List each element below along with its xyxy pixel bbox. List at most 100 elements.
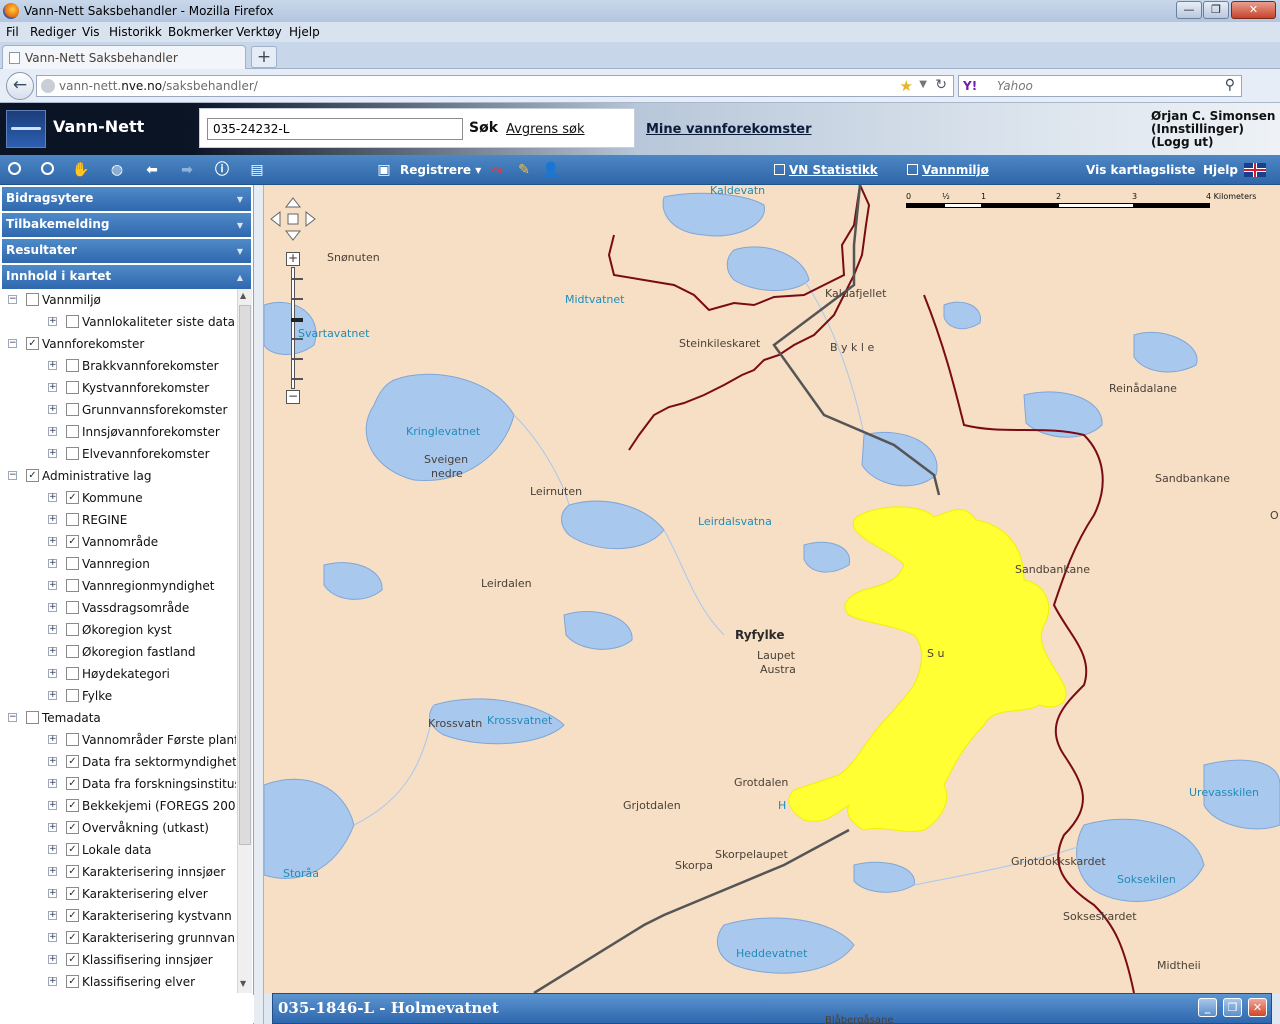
layer-checkbox[interactable] bbox=[66, 689, 79, 702]
layer-checkbox[interactable]: ✓ bbox=[66, 865, 79, 878]
layer-checkbox[interactable] bbox=[66, 623, 79, 636]
address-bar[interactable]: vann-nett.nve.no/saksbehandler/ ★ ▼ ↻ bbox=[36, 75, 954, 97]
expand-icon[interactable]: + bbox=[48, 823, 57, 832]
map-view[interactable] bbox=[264, 185, 1280, 993]
layer-checkbox[interactable]: ✓ bbox=[66, 953, 79, 966]
layer-checkbox[interactable] bbox=[66, 513, 79, 526]
layer-checkbox[interactable] bbox=[66, 601, 79, 614]
menu-historikk[interactable]: Historikk bbox=[109, 25, 162, 39]
expand-icon[interactable]: + bbox=[48, 955, 57, 964]
layer-checkbox[interactable] bbox=[66, 579, 79, 592]
panel-contributors[interactable]: Bidragsytere ▼ bbox=[2, 187, 251, 211]
layer-checkbox[interactable]: ✓ bbox=[66, 975, 79, 988]
menu-verktoy[interactable]: Verktøy bbox=[236, 25, 282, 39]
refine-search-link[interactable]: Avgrens søk bbox=[506, 122, 585, 137]
layer-checkbox[interactable] bbox=[66, 733, 79, 746]
back-button[interactable]: ← bbox=[6, 72, 34, 100]
dialog-restore-button[interactable]: ❐ bbox=[1223, 998, 1242, 1017]
expand-icon[interactable]: + bbox=[48, 559, 57, 568]
vn-statistics-link[interactable]: VN Statistikk bbox=[774, 163, 878, 177]
expand-icon[interactable]: + bbox=[48, 493, 57, 502]
panel-feedback[interactable]: Tilbakemelding ▼ bbox=[2, 213, 251, 237]
zoom-in-icon[interactable] bbox=[3, 160, 25, 180]
expand-icon[interactable]: + bbox=[48, 801, 57, 810]
expand-icon[interactable]: + bbox=[48, 691, 57, 700]
collapse-icon[interactable]: − bbox=[8, 471, 17, 480]
layer-checkbox[interactable]: ✓ bbox=[26, 337, 39, 350]
dropdown-arrow-icon[interactable]: ▼ bbox=[919, 79, 927, 90]
next-extent-icon[interactable]: ➡ bbox=[176, 160, 198, 180]
layer-checkbox[interactable]: ✓ bbox=[66, 887, 79, 900]
collapse-icon[interactable]: − bbox=[8, 339, 17, 348]
menu-hjelp[interactable]: Hjelp bbox=[289, 25, 320, 39]
help-link[interactable]: Hjelp bbox=[1203, 163, 1238, 177]
full-extent-icon[interactable]: ◍ bbox=[106, 160, 128, 180]
expand-icon[interactable]: + bbox=[48, 845, 57, 854]
close-window-button[interactable]: ✕ bbox=[1231, 1, 1276, 19]
layer-checkbox[interactable] bbox=[26, 711, 39, 724]
layer-checkbox[interactable] bbox=[66, 645, 79, 658]
web-search-box[interactable]: Y! Yahoo ⚲ bbox=[958, 75, 1242, 97]
expand-icon[interactable]: + bbox=[48, 515, 57, 524]
edit-geometry-icon[interactable]: ⤳ bbox=[486, 160, 508, 180]
collapse-icon[interactable]: − bbox=[8, 295, 17, 304]
pan-control[interactable] bbox=[270, 197, 316, 241]
expand-icon[interactable]: + bbox=[48, 735, 57, 744]
layer-checkbox[interactable] bbox=[66, 359, 79, 372]
pencil-icon[interactable]: ✎ bbox=[513, 160, 535, 180]
logout-link[interactable]: (Logg ut) bbox=[1151, 136, 1275, 149]
reload-icon[interactable]: ↻ bbox=[935, 77, 947, 93]
layer-checkbox[interactable] bbox=[66, 425, 79, 438]
layer-checkbox[interactable] bbox=[66, 557, 79, 570]
zoom-out-button[interactable]: − bbox=[286, 390, 300, 404]
layer-checkbox[interactable]: ✓ bbox=[66, 777, 79, 790]
yahoo-engine-icon[interactable]: Y! bbox=[963, 79, 977, 93]
expand-icon[interactable]: + bbox=[48, 317, 57, 326]
expand-icon[interactable]: + bbox=[48, 427, 57, 436]
layer-checkbox[interactable]: ✓ bbox=[66, 755, 79, 768]
expand-icon[interactable]: + bbox=[48, 361, 57, 370]
layer-checkbox[interactable] bbox=[26, 293, 39, 306]
zoom-in-button[interactable]: + bbox=[286, 252, 300, 266]
expand-icon[interactable]: + bbox=[48, 779, 57, 788]
expand-icon[interactable]: + bbox=[48, 911, 57, 920]
layer-checkbox[interactable] bbox=[66, 381, 79, 394]
zoom-slider[interactable]: + − bbox=[286, 252, 303, 406]
expand-icon[interactable]: + bbox=[48, 625, 57, 634]
layer-checkbox[interactable] bbox=[66, 667, 79, 680]
layer-checkbox[interactable]: ✓ bbox=[66, 491, 79, 504]
expand-icon[interactable]: + bbox=[48, 537, 57, 546]
expand-icon[interactable]: + bbox=[48, 449, 57, 458]
vannmiljo-link[interactable]: Vannmiljø bbox=[907, 163, 989, 177]
expand-icon[interactable]: + bbox=[48, 757, 57, 766]
search-icon[interactable]: ⚲ bbox=[1225, 77, 1235, 93]
expand-icon[interactable]: + bbox=[48, 581, 57, 590]
panel-map-contents[interactable]: Innhold i kartet ▲ bbox=[2, 265, 251, 289]
expand-icon[interactable]: + bbox=[48, 933, 57, 942]
layer-checkbox[interactable]: ✓ bbox=[66, 931, 79, 944]
search-input[interactable] bbox=[207, 118, 463, 140]
layer-checkbox[interactable] bbox=[66, 403, 79, 416]
expand-icon[interactable]: + bbox=[48, 867, 57, 876]
layer-checkbox[interactable]: ✓ bbox=[66, 535, 79, 548]
menu-bokmerker[interactable]: Bokmerker bbox=[168, 25, 233, 39]
tree-scrollbar[interactable]: ▲ ▼ bbox=[237, 289, 252, 993]
minimize-window-button[interactable]: — bbox=[1176, 1, 1202, 19]
layer-checkbox[interactable]: ✓ bbox=[66, 909, 79, 922]
expand-icon[interactable]: + bbox=[48, 647, 57, 656]
menu-rediger[interactable]: Rediger bbox=[30, 25, 76, 39]
menu-vis[interactable]: Vis bbox=[82, 25, 100, 39]
register-menu[interactable]: Registrere ▾ bbox=[400, 163, 481, 177]
english-flag-icon[interactable] bbox=[1244, 163, 1266, 177]
layer-list-link[interactable]: Vis kartlagsliste bbox=[1086, 163, 1195, 177]
my-waterbodies-link[interactable]: Mine vannforekomster bbox=[646, 122, 812, 137]
expand-icon[interactable]: + bbox=[48, 889, 57, 898]
panel-results[interactable]: Resultater ▼ bbox=[2, 239, 251, 263]
collapse-icon[interactable]: − bbox=[8, 713, 17, 722]
add-user-icon[interactable]: 👤 bbox=[540, 160, 562, 180]
expand-icon[interactable]: + bbox=[48, 405, 57, 414]
expand-icon[interactable]: + bbox=[48, 977, 57, 986]
zoom-out-icon[interactable] bbox=[36, 160, 58, 180]
dialog-close-button[interactable]: ✕ bbox=[1248, 998, 1267, 1017]
layer-checkbox[interactable] bbox=[66, 315, 79, 328]
